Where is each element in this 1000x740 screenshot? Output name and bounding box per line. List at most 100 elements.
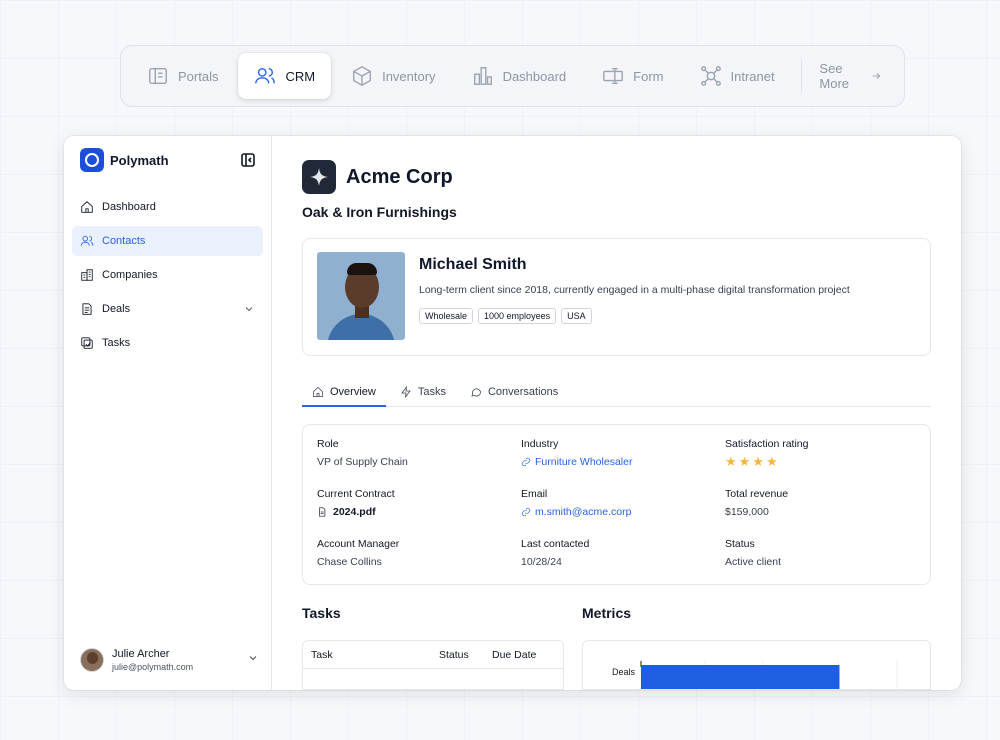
divider	[800, 60, 802, 92]
document-icon	[82, 303, 92, 315]
sidebar-item-companies[interactable]: Companies	[72, 260, 263, 290]
email-link[interactable]: m.smith@acme.corp	[521, 506, 725, 518]
star-icon: ★	[725, 454, 737, 469]
app-window: Polymath Dashboard Contacts Companies De…	[64, 136, 961, 690]
user-menu[interactable]: Julie Archer julie@polymath.com	[80, 648, 259, 672]
detail-revenue: Total revenue $159,000	[725, 488, 916, 538]
tab-label: Tasks	[417, 386, 446, 398]
table-header: Task Status Due Date	[303, 641, 563, 669]
user-email: julie@polymath.com	[112, 662, 194, 672]
detail-label: Industry	[521, 438, 559, 450]
contact-details: Role VP of Supply Chain Industry Furnitu…	[302, 424, 931, 585]
detail-label: Current Contract	[317, 488, 395, 500]
sidebar: Polymath Dashboard Contacts Companies De…	[64, 136, 272, 690]
section-title: Tasks	[302, 605, 341, 621]
avatar	[80, 648, 104, 672]
brand: Polymath	[72, 148, 263, 172]
contact-name: Michael Smith	[419, 256, 527, 273]
detail-role: Role VP of Supply Chain	[317, 438, 521, 488]
metrics-section: Metrics Deals	[582, 605, 931, 690]
tasks-table: Task Status Due Date	[302, 640, 564, 690]
chevron-down-icon	[245, 307, 253, 312]
detail-value: Chase Collins	[317, 556, 382, 568]
detail-value: 2024.pdf	[333, 506, 376, 518]
form-icon	[603, 67, 624, 85]
bar-chart-icon	[473, 67, 492, 85]
tab-label: Overview	[330, 385, 376, 398]
tasks-icon	[81, 337, 93, 349]
collapse-sidebar-button[interactable]	[241, 153, 255, 167]
topnav-item-portals[interactable]: Portals	[131, 53, 234, 99]
tasks-section: Tasks Task Status Due Date	[302, 605, 564, 690]
sidebar-item-label: Companies	[102, 269, 158, 281]
sidebar-item-label: Tasks	[102, 337, 131, 349]
metrics-chart: Deals	[582, 640, 931, 690]
industry-link[interactable]: Furniture Wholesaler	[521, 456, 725, 468]
detail-value: m.smith@acme.corp	[535, 506, 632, 518]
sidebar-collapse-icon	[241, 153, 255, 167]
contact-tabs: Overview Tasks Conversations	[302, 378, 931, 407]
star-icon: ★	[738, 454, 751, 469]
see-more-label: See More	[819, 61, 850, 91]
detail-email: Email m.smith@acme.corp	[521, 488, 725, 538]
chart-category-label: Deals	[612, 667, 636, 677]
chart-bar	[641, 665, 840, 689]
network-icon	[700, 66, 721, 86]
company-subtitle: Oak & Iron Furnishings	[302, 204, 457, 220]
detail-value: VP of Supply Chain	[317, 456, 408, 468]
detail-label: Status	[725, 538, 755, 550]
topnav-item-inventory[interactable]: Inventory	[335, 53, 451, 99]
sidebar-item-tasks[interactable]: Tasks	[72, 328, 263, 358]
sidebar-item-contacts[interactable]: Contacts	[72, 226, 263, 256]
page-title: Acme Corp	[346, 165, 453, 188]
file-icon	[319, 507, 326, 517]
topnav-item-intranet[interactable]: Intranet	[684, 53, 791, 99]
detail-status: Status Active client	[725, 538, 916, 588]
chevron-down-icon	[249, 656, 257, 661]
detail-label: Role	[317, 438, 339, 450]
detail-industry: Industry Furniture Wholesaler	[521, 438, 725, 488]
brand-name: Polymath	[110, 152, 169, 168]
box-icon	[353, 66, 372, 86]
column-header-task[interactable]: Task	[303, 649, 439, 661]
tab-conversations[interactable]: Conversations	[460, 378, 568, 406]
contact-tags: Wholesale 1000 employees USA	[419, 308, 850, 324]
user-menu-toggle[interactable]	[247, 651, 259, 669]
sidebar-item-dashboard[interactable]: Dashboard	[72, 192, 263, 222]
contact-description: Long-term client since 2018, currently e…	[419, 284, 850, 296]
topnav-item-dashboard[interactable]: Dashboard	[456, 53, 583, 99]
sidebar-item-label: Dashboard	[102, 201, 156, 213]
contact-card: Michael Smith Long-term client since 201…	[302, 238, 931, 356]
star-icon: ★	[752, 454, 764, 469]
see-more-link[interactable]: See More	[807, 61, 894, 91]
sparkle-icon	[309, 167, 329, 187]
bolt-icon	[401, 386, 411, 398]
home-icon	[81, 201, 93, 213]
contract-file-link[interactable]: 2024.pdf	[317, 506, 521, 518]
column-header-due-date[interactable]: Due Date	[492, 649, 536, 661]
tag: 1000 employees	[478, 308, 557, 324]
detail-value: Active client	[725, 556, 782, 568]
detail-label: Email	[521, 488, 548, 500]
detail-satisfaction: Satisfaction rating ★ ★ ★ ★	[725, 438, 916, 488]
tab-tasks[interactable]: Tasks	[390, 378, 456, 406]
users-icon	[80, 235, 94, 246]
tag: USA	[561, 308, 592, 324]
detail-manager: Account Manager Chase Collins	[317, 538, 521, 588]
topnav-item-crm[interactable]: CRM	[238, 53, 332, 99]
detail-label: Account Manager	[317, 538, 400, 550]
tab-overview[interactable]: Overview	[302, 378, 386, 407]
tag: Wholesale	[419, 308, 474, 324]
sidebar-item-deals[interactable]: Deals	[72, 294, 263, 324]
users-icon	[255, 67, 276, 84]
link-icon	[521, 507, 531, 517]
building-icon	[81, 269, 93, 281]
metrics-chart-svg: Deals	[612, 659, 898, 689]
detail-label: Satisfaction rating	[725, 438, 809, 450]
topnav-item-form[interactable]: Form	[586, 53, 679, 99]
column-header-status[interactable]: Status	[439, 649, 492, 661]
sidebar-item-label: Contacts	[102, 235, 146, 247]
detail-value: Furniture Wholesaler	[535, 456, 633, 468]
topnav-label: Intranet	[730, 68, 775, 84]
chat-icon	[471, 388, 481, 397]
